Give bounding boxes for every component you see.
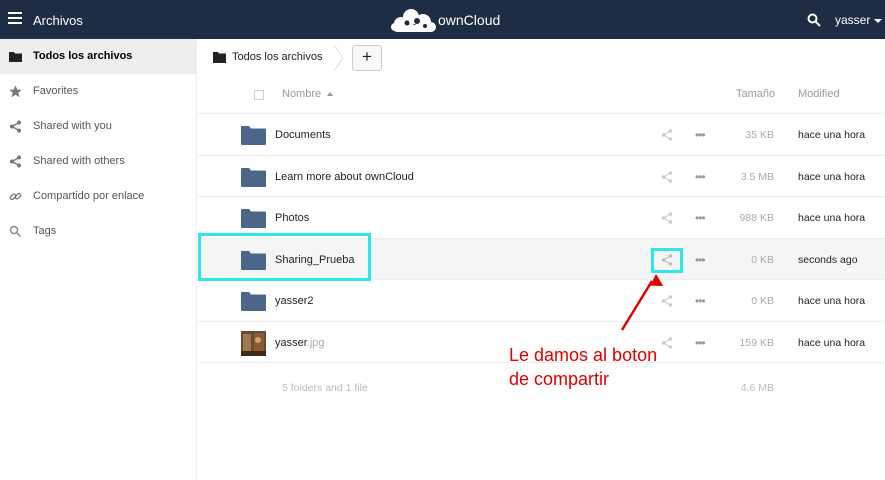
logo-text: ownCloud [438, 12, 501, 28]
more-actions-icon[interactable]: ••• [695, 170, 709, 184]
user-menu[interactable]: yasser [835, 13, 883, 27]
file-name[interactable]: Learn more about ownCloud [275, 171, 414, 183]
share-icon [10, 120, 21, 133]
sidebar-item-label: Favorites [33, 85, 79, 97]
file-row-documents[interactable]: Documents ••• 35 KB hace una hora [198, 114, 885, 156]
file-name[interactable]: Photos [275, 212, 309, 224]
folder-icon [241, 126, 266, 145]
file-name[interactable]: yasser.jpg [275, 337, 325, 349]
sidebar-item-favorites[interactable]: Favorites [0, 74, 196, 109]
share-icon[interactable] [661, 170, 673, 183]
sidebar-item-shared-with-you[interactable]: Shared with you [0, 109, 196, 144]
more-actions-icon[interactable]: ••• [695, 294, 709, 308]
image-thumbnail-icon [241, 330, 266, 356]
more-actions-icon[interactable]: ••• [695, 211, 709, 225]
file-size: 0 KB [751, 295, 774, 307]
file-modified: hace una hora [798, 129, 866, 141]
file-size: 159 KB [739, 336, 774, 349]
sidebar-item-label: Todos los archivos [33, 50, 133, 62]
summary-total-size: 4.6 MB [740, 382, 774, 394]
file-modified: hace una hora [798, 336, 866, 349]
folder-icon [241, 167, 266, 187]
file-modified: seconds ago [798, 253, 858, 266]
sidebar-item-shared-by-link[interactable]: Compartido por enlace [0, 179, 196, 214]
file-name[interactable]: yasser2 [275, 295, 314, 307]
file-basename: yasser [275, 336, 307, 349]
sidebar-item-label: Compartido por enlace [33, 190, 145, 202]
menu-icon[interactable] [8, 12, 22, 26]
username: yasser [835, 13, 871, 27]
column-header-modified[interactable]: Modified [798, 88, 840, 100]
annotation-highlight-share [651, 248, 683, 273]
sidebar-item-shared-with-others[interactable]: Shared with others [0, 144, 196, 179]
file-modified: hace una hora [798, 212, 866, 224]
select-all-checkbox[interactable] [254, 90, 264, 100]
breadcrumb[interactable]: Todos los archivos [232, 51, 323, 63]
column-header-size[interactable]: Tamaño [736, 88, 775, 100]
file-size: 988 KB [739, 212, 774, 224]
sidebar-item-label: Tags [33, 225, 57, 237]
home-folder-icon[interactable] [213, 52, 226, 63]
more-actions-icon[interactable]: ••• [695, 128, 709, 142]
link-icon [9, 192, 22, 201]
folder-icon [9, 52, 22, 62]
file-modified: hace una hora [798, 295, 866, 307]
file-row-yasser2[interactable]: yasser2 ••• 0 KB hace una hora [198, 280, 885, 322]
sidebar-item-all-files[interactable]: Todos los archivos [0, 39, 196, 74]
star-icon [9, 85, 22, 98]
controls-bar: Todos los archivos + [198, 39, 885, 76]
new-button[interactable]: + [352, 45, 382, 71]
chevron-down-icon [874, 18, 883, 23]
file-extension: .jpg [306, 336, 325, 349]
app-title[interactable]: Archivos [33, 13, 83, 28]
annotation-text: Le damos al boton de compartir [509, 343, 699, 391]
sidebar-item-label: Shared with others [33, 155, 125, 167]
file-size: 3.5 MB [740, 170, 774, 183]
file-size: 35 KB [745, 129, 774, 141]
annotation-line-2: de compartir [509, 369, 610, 389]
share-icon [10, 155, 21, 168]
folder-icon [241, 292, 266, 311]
file-size: 0 KB [751, 253, 774, 266]
share-icon[interactable] [661, 129, 673, 141]
top-header: Archivos ownCloud yasser [0, 0, 885, 39]
sidebar: Todos los archivos Favorites Shared with… [0, 39, 197, 480]
more-actions-icon[interactable]: ••• [695, 253, 709, 267]
folder-icon [241, 209, 266, 228]
file-modified: hace una hora [798, 170, 866, 183]
column-name-label: Nombre [282, 88, 322, 100]
annotation-highlight-row [198, 233, 371, 281]
share-icon[interactable] [661, 295, 673, 307]
search-icon [9, 225, 22, 238]
breadcrumb-separator-icon [333, 44, 344, 72]
summary-count: 5 folders and 1 file [282, 382, 368, 394]
search-icon[interactable] [807, 13, 821, 27]
sidebar-item-tags[interactable]: Tags [0, 214, 196, 249]
file-row-learn-more[interactable]: Learn more about ownCloud ••• 3.5 MB hac… [198, 156, 885, 197]
column-header-name[interactable]: Nombre [282, 88, 334, 100]
sidebar-item-label: Shared with you [33, 120, 112, 132]
file-name[interactable]: Documents [275, 129, 331, 141]
annotation-line-1: Le damos al boton [509, 345, 658, 365]
sort-caret-icon [327, 92, 334, 97]
file-list-header: Nombre Tamaño Modified [198, 76, 885, 114]
share-icon[interactable] [661, 212, 673, 224]
